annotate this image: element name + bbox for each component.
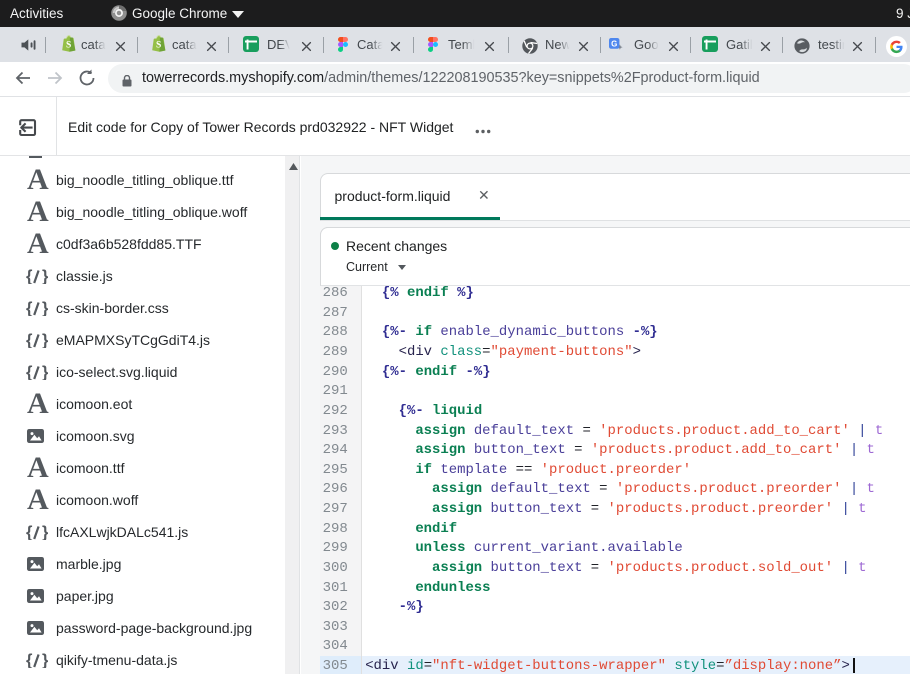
svg-text:}: } xyxy=(42,269,48,284)
svg-text:}: } xyxy=(42,653,48,668)
svg-text:{: { xyxy=(26,333,33,348)
svg-text:S: S xyxy=(65,41,70,51)
svg-text:{: { xyxy=(26,525,33,540)
svg-text:G: G xyxy=(611,39,617,48)
svg-text:S: S xyxy=(155,41,160,51)
svg-text:}: } xyxy=(42,333,48,348)
svg-text:}: } xyxy=(42,365,48,380)
svg-text:{: { xyxy=(26,269,33,284)
svg-text:{: { xyxy=(26,653,33,668)
svg-text:}: } xyxy=(42,525,48,540)
svg-text:{: { xyxy=(26,301,33,316)
svg-text:}: } xyxy=(42,301,48,316)
svg-text:{: { xyxy=(26,365,33,380)
